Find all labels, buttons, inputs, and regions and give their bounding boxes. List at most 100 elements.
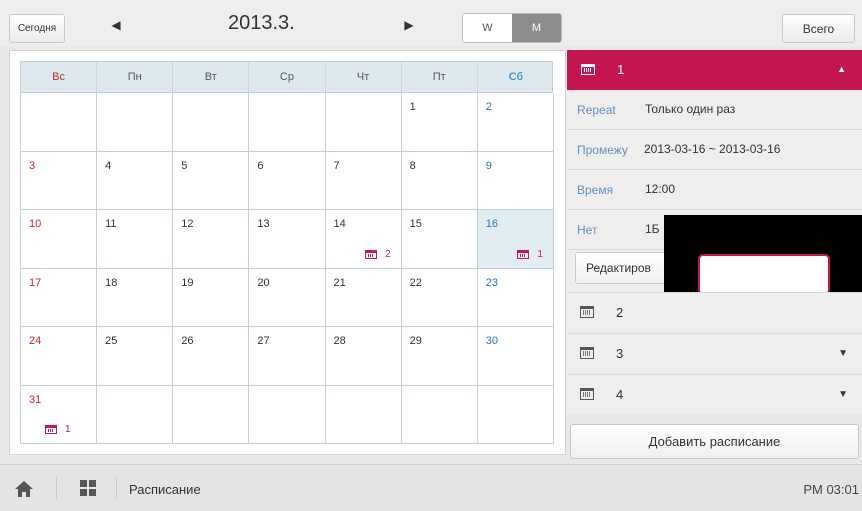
day-cell[interactable]: 11 bbox=[97, 210, 174, 269]
all-button[interactable]: Всего bbox=[782, 14, 855, 43]
day-cell[interactable] bbox=[477, 385, 554, 444]
today-button[interactable]: Сегодня bbox=[9, 14, 65, 43]
day-number: 3 bbox=[29, 159, 36, 172]
day-cell[interactable]: 27 bbox=[249, 327, 326, 386]
time-value: 12:00 bbox=[645, 182, 676, 196]
expand-caret-icon[interactable]: ▼ bbox=[838, 389, 848, 400]
day-cell[interactable]: 28 bbox=[325, 327, 402, 386]
day-cell[interactable] bbox=[173, 385, 250, 444]
day-cell[interactable]: 21 bbox=[325, 268, 402, 327]
period-label: Промежу bbox=[577, 143, 628, 157]
month-view-button[interactable]: M bbox=[512, 14, 561, 42]
day-cell[interactable]: 19 bbox=[173, 268, 250, 327]
day-cell[interactable]: 20 bbox=[249, 268, 326, 327]
prev-month-icon[interactable]: ◀ bbox=[108, 18, 124, 32]
week-view-button[interactable]: W bbox=[463, 14, 512, 42]
day-number: 10 bbox=[29, 218, 42, 230]
day-cell[interactable] bbox=[173, 93, 250, 152]
weekday-label: Пн bbox=[97, 62, 174, 92]
day-cell[interactable]: 5 bbox=[173, 151, 250, 210]
event-indicator[interactable]: 2 bbox=[365, 249, 391, 260]
day-number: 31 bbox=[29, 393, 42, 406]
day-number: 27 bbox=[257, 335, 270, 347]
day-cell[interactable]: 25 bbox=[97, 327, 174, 386]
day-number: 17 bbox=[29, 276, 42, 289]
day-cell[interactable]: 2 bbox=[477, 93, 554, 152]
page-name: Расписание bbox=[129, 482, 201, 497]
time-row: Время 12:00 bbox=[567, 170, 862, 210]
highlight-box bbox=[698, 254, 830, 295]
day-number: 13 bbox=[257, 218, 270, 230]
day-cell[interactable]: 3 bbox=[21, 151, 98, 210]
weekday-label: Сб bbox=[508, 71, 523, 83]
day-number: 9 bbox=[485, 159, 492, 172]
add-schedule-button[interactable]: Добавить расписание bbox=[570, 424, 859, 459]
day-cell[interactable]: 30 bbox=[477, 327, 554, 386]
collapse-caret-icon[interactable]: ▲ bbox=[837, 64, 846, 74]
month-title: 2013.3. bbox=[228, 12, 295, 34]
day-number: 20 bbox=[257, 276, 270, 289]
clock: PM 03:01 bbox=[803, 482, 859, 497]
calendar-panel: Вс Пн Вт Ср Чт Пт Сб 1 2 3 4 5 6 7 8 9 10 11 12 13 14 2 15 16 1… bbox=[9, 50, 566, 455]
day-cell[interactable]: 1 bbox=[401, 93, 478, 152]
day-number: 29 bbox=[409, 335, 422, 347]
day-cell[interactable] bbox=[325, 93, 402, 152]
day-number: 11 bbox=[105, 218, 117, 230]
expand-caret-icon[interactable]: ▼ bbox=[838, 348, 848, 359]
day-cell[interactable]: 4 bbox=[97, 151, 174, 210]
schedule-item-3[interactable]: 3 ▼ bbox=[567, 333, 862, 373]
period-row: Промежу 2013-03-16 ~ 2013-03-16 bbox=[567, 130, 862, 170]
day-number: 24 bbox=[29, 335, 42, 347]
apps-grid-icon[interactable] bbox=[80, 480, 96, 496]
day-cell[interactable]: 29 bbox=[401, 327, 478, 386]
day-number: 4 bbox=[105, 159, 112, 172]
event-indicator[interactable]: 1 bbox=[45, 424, 71, 435]
day-cell[interactable] bbox=[21, 93, 98, 152]
schedule-item-4[interactable]: 4 ▼ bbox=[567, 374, 862, 414]
schedule-item-1-header[interactable]: 1 ▲ bbox=[567, 50, 862, 90]
day-cell[interactable]: 10 bbox=[21, 210, 98, 269]
day-cell[interactable]: 18 bbox=[97, 268, 174, 327]
next-month-icon[interactable]: ▶ bbox=[401, 18, 417, 32]
day-number: 22 bbox=[409, 276, 422, 289]
calendar-days: 1 2 3 4 5 6 7 8 9 10 11 12 13 14 2 15 16 1 17 18 19 20 21 22 23 2… bbox=[20, 93, 554, 444]
day-cell[interactable]: 31 1 bbox=[21, 385, 98, 444]
day-cell[interactable]: 26 bbox=[173, 327, 250, 386]
day-number: 2 bbox=[485, 101, 492, 113]
day-cell[interactable] bbox=[97, 93, 174, 152]
day-cell[interactable] bbox=[401, 385, 478, 444]
home-icon[interactable] bbox=[14, 480, 34, 498]
day-number: 21 bbox=[333, 276, 346, 289]
event-indicator[interactable]: 1 bbox=[517, 249, 543, 260]
day-cell[interactable]: 9 bbox=[477, 151, 554, 210]
weekday-label: Вт bbox=[173, 62, 250, 92]
day-number: 7 bbox=[333, 159, 340, 172]
calendar-icon bbox=[517, 249, 530, 259]
day-cell[interactable]: 23 bbox=[477, 268, 554, 327]
day-cell[interactable] bbox=[249, 385, 326, 444]
day-cell[interactable] bbox=[325, 385, 402, 444]
day-cell[interactable]: 24 bbox=[21, 327, 98, 386]
calendar-icon bbox=[580, 388, 594, 400]
calendar-icon bbox=[581, 64, 595, 75]
day-cell[interactable]: 13 bbox=[249, 210, 326, 269]
schedule-item-2[interactable]: 2 bbox=[567, 292, 862, 332]
day-cell[interactable]: 7 bbox=[325, 151, 402, 210]
day-number: 12 bbox=[181, 218, 194, 230]
day-cell[interactable]: 8 bbox=[401, 151, 478, 210]
day-cell[interactable]: 17 bbox=[21, 268, 98, 327]
schedule-number: 4 bbox=[616, 387, 624, 402]
day-cell[interactable]: 16 1 bbox=[477, 210, 554, 269]
weekday-header: Вс Пн Вт Ср Чт Пт Сб bbox=[20, 61, 553, 93]
day-cell[interactable]: 15 bbox=[401, 210, 478, 269]
weekday-label: Чт bbox=[326, 62, 402, 92]
schedule-number: 2 bbox=[616, 305, 624, 320]
day-number: 23 bbox=[485, 276, 498, 289]
day-cell[interactable]: 12 bbox=[173, 210, 250, 269]
divider bbox=[116, 477, 117, 499]
day-cell[interactable] bbox=[97, 385, 174, 444]
day-cell[interactable] bbox=[249, 93, 326, 152]
day-cell[interactable]: 6 bbox=[249, 151, 326, 210]
day-cell[interactable]: 22 bbox=[401, 268, 478, 327]
day-cell[interactable]: 14 2 bbox=[325, 210, 402, 269]
